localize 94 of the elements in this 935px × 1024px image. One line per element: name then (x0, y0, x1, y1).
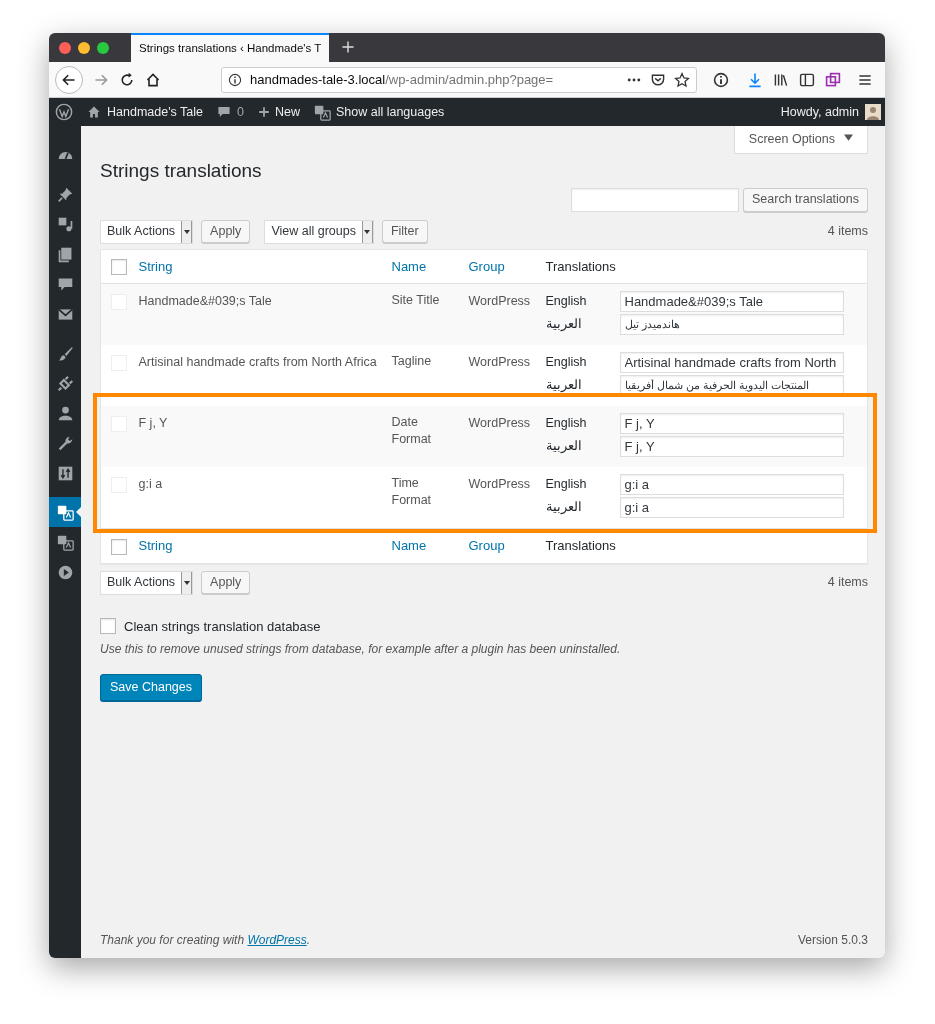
checkbox-label: Clean strings translation database (124, 617, 321, 636)
group-cell: WordPress (468, 345, 546, 407)
avatar-icon (865, 104, 881, 120)
sortable-column-link[interactable]: String (138, 258, 173, 274)
sidebar-item[interactable] (49, 497, 81, 527)
language-label: العربية (545, 377, 583, 395)
caret-icon (183, 229, 190, 234)
sliders-icon (56, 464, 74, 482)
reload-icon[interactable] (119, 71, 135, 88)
language-label: English (545, 476, 588, 494)
search-button[interactable]: Search translations (743, 187, 868, 212)
home-icon[interactable] (145, 71, 161, 88)
library-icon[interactable] (773, 71, 789, 88)
name-cell: Date Format (391, 406, 469, 468)
string-cell: Artisinal handmade crafts from North Africa (138, 345, 392, 407)
select-all-checkbox[interactable] (111, 538, 127, 555)
page-title: Strings translations (100, 159, 263, 183)
select-all-checkbox[interactable] (111, 259, 127, 276)
language-label: العربية (545, 499, 583, 517)
group-cell: WordPress (468, 283, 546, 346)
sortable-column-link[interactable]: Name (391, 538, 427, 554)
sidebar-icon[interactable] (799, 71, 815, 88)
account-menu[interactable]: Howdy, admin (780, 102, 881, 122)
close-window-icon[interactable] (59, 41, 71, 54)
item-count: 4 items (827, 223, 868, 241)
show-languages-link[interactable]: Show all languages (313, 102, 445, 122)
sortable-column-link[interactable]: Group (468, 538, 505, 554)
footer-text: Thank you for creating with WordPress. (100, 932, 311, 949)
caret-icon (183, 580, 190, 585)
speech-bubble-icon (216, 105, 231, 119)
pages-icon (56, 245, 74, 263)
item-count: 4 items (827, 574, 868, 592)
bulk-actions-select[interactable]: Bulk Actions (100, 570, 194, 595)
sortable-column-link[interactable]: Group (468, 258, 505, 274)
name-cell: Time Format (391, 467, 469, 529)
sortable-column-link[interactable]: Name (391, 258, 427, 274)
name-cell: Tagline (391, 345, 469, 407)
language-label: العربية (545, 316, 583, 334)
filter-button[interactable]: Filter (381, 220, 428, 244)
name-cell: Site Title (391, 283, 469, 346)
url-text: handmades-tale-3.local/wp-admin/admin.php?page= (250, 70, 555, 89)
group-cell: WordPress (468, 467, 546, 529)
home-icon (87, 105, 101, 119)
language-label: English (545, 293, 588, 311)
user-icon (56, 404, 74, 422)
new-link[interactable]: New (257, 102, 300, 122)
plug-icon (56, 374, 74, 392)
search-field[interactable] (571, 187, 739, 212)
pocket-icon[interactable] (650, 71, 666, 88)
version-text: Version 5.0.3 (797, 932, 868, 949)
screen-options-button[interactable]: Screen Options (733, 126, 868, 154)
translate-icon (56, 533, 74, 551)
string-cell: Handmade&#039;s Tale (138, 283, 392, 346)
container-icon[interactable] (825, 71, 841, 88)
caret-icon (844, 134, 853, 142)
clean-database-checkbox[interactable] (100, 618, 116, 635)
wordpress-logo-icon[interactable] (55, 103, 73, 121)
apply-button[interactable]: Apply (201, 571, 251, 595)
language-label: English (545, 415, 588, 433)
play-circle-icon (56, 563, 74, 581)
plus-icon[interactable] (341, 40, 355, 54)
string-cell: F j, Y (138, 406, 392, 468)
bulk-actions-select[interactable]: Bulk Actions (100, 219, 194, 244)
translate-icon (313, 103, 331, 121)
address-bar[interactable]: handmades-tale-3.local/wp-admin/admin.php?page= (221, 66, 697, 93)
option-description: Use this to remove unused strings from database, for example after a plugin has been uninstalled. (100, 641, 622, 659)
back-button[interactable] (55, 65, 83, 94)
wordpress-link[interactable]: WordPress (247, 933, 307, 947)
info-icon (228, 72, 242, 87)
string-cell: g:i a (138, 467, 392, 529)
translate-icon (56, 503, 74, 521)
caret-icon (364, 229, 371, 234)
media-icon (56, 215, 74, 233)
column-header: Translations (545, 258, 616, 274)
language-label: العربية (545, 438, 583, 456)
plus-icon (257, 106, 270, 118)
pushpin-icon (56, 185, 74, 203)
comments-link[interactable]: 0 (216, 102, 244, 122)
column-header: Translations (545, 538, 616, 554)
save-changes-button[interactable]: Save Changes (100, 674, 202, 701)
tab-title: Strings translations ‹ Handmade's T (139, 40, 322, 56)
site-name-link[interactable]: Handmade's Tale (87, 102, 203, 122)
browser-tab[interactable]: Strings translations ‹ Handmade's T (131, 33, 329, 62)
star-icon[interactable] (674, 71, 690, 88)
minimize-window-icon[interactable] (78, 41, 90, 54)
maximize-window-icon[interactable] (97, 41, 109, 54)
group-filter-select[interactable]: View all groups (264, 219, 374, 244)
language-label: English (545, 354, 588, 372)
wrench-icon (56, 434, 74, 452)
download-icon[interactable] (747, 71, 763, 88)
info-circle-icon[interactable] (713, 71, 729, 88)
sortable-column-link[interactable]: String (138, 538, 173, 554)
apply-button[interactable]: Apply (201, 220, 251, 244)
group-cell: WordPress (468, 406, 546, 468)
